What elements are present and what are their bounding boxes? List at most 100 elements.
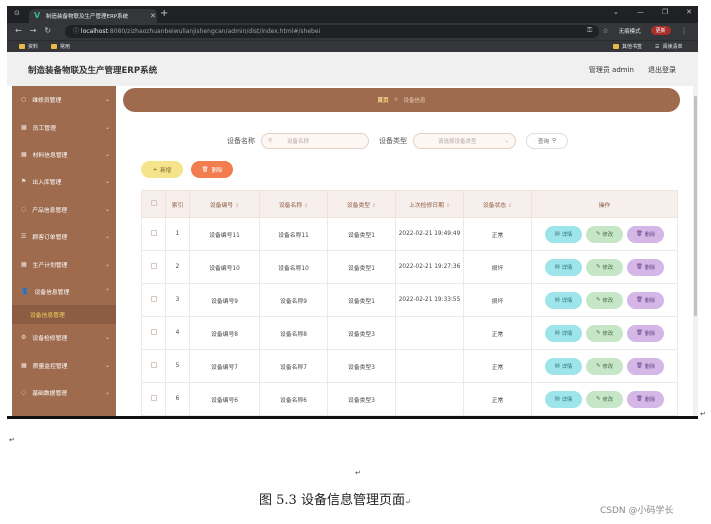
sidebar-item-inventory[interactable]: ⚑ 出入库管理 ⌄ (12, 168, 116, 195)
row-select-cell[interactable] (141, 316, 166, 350)
delete-label: 删除 (644, 364, 656, 370)
cell-code: 设备编号7 (189, 349, 260, 383)
page-scrollbar[interactable] (693, 86, 698, 416)
edit-button[interactable]: ✎ 修改 (586, 258, 623, 276)
chevron-down-icon: ⌄ (104, 178, 110, 186)
name-search-input[interactable]: ⚲ 设备名称 (261, 133, 369, 149)
edit-button[interactable]: ✎ 修改 (586, 291, 623, 309)
type-select[interactable]: 请选择设备类型 ⌄ (413, 133, 516, 149)
select-all-checkbox[interactable] (150, 200, 157, 206)
detail-button[interactable]: ▤ 详情 (545, 324, 582, 342)
select-all-header[interactable] (141, 190, 166, 218)
key-icon[interactable]: ⚿ (587, 26, 592, 35)
sort-icon[interactable]: ⇕ (304, 203, 308, 209)
back-icon[interactable]: ← (15, 26, 22, 35)
delete-button[interactable]: 🗑 删除 (627, 225, 664, 243)
sort-icon[interactable]: ⇕ (372, 203, 376, 209)
row-select-cell[interactable] (141, 382, 166, 416)
logout-link[interactable]: 退出登录 (648, 65, 676, 75)
table-row: 6 设备编号6 设备名称6 设备类型3 正常 ▤ 详情 ✎ 修改 🗑 删除 (141, 382, 678, 416)
sidebar-item-order[interactable]: ☰ 顾客订单管理 ⌄ (12, 223, 116, 250)
star-icon[interactable]: ☆ (602, 27, 608, 35)
close-window-icon[interactable]: ✕ (686, 8, 692, 16)
row-checkbox[interactable] (150, 362, 157, 368)
row-checkbox[interactable] (150, 230, 157, 236)
reload-icon[interactable]: ↻ (44, 26, 51, 35)
add-button[interactable]: + 新增 (141, 161, 183, 178)
row-checkbox[interactable] (150, 329, 157, 335)
batch-delete-button[interactable]: 🗑 删除 (191, 161, 233, 178)
dropdown-icon[interactable]: ⌄ (613, 8, 619, 16)
delete-button[interactable]: 🗑 删除 (627, 291, 664, 309)
cell-name: 设备名称8 (259, 316, 328, 350)
row-select-cell[interactable] (141, 349, 166, 383)
pencil-icon: ✎ (595, 264, 601, 270)
delete-label: 删除 (644, 331, 656, 337)
sidebar-item-staff[interactable]: ▦ 员工管理 ⌄ (12, 113, 116, 140)
header-status[interactable]: 设备状态 ⇕ (463, 190, 532, 218)
delete-button[interactable]: 🗑 删除 (627, 390, 664, 408)
sidebar-item-maintenance[interactable]: ⚙ 设备检修管理 ⌄ (12, 324, 116, 351)
cell-index: 2 (165, 250, 190, 284)
forward-icon[interactable]: → (30, 26, 37, 35)
row-checkbox[interactable] (150, 263, 157, 269)
update-button[interactable]: 更新 (650, 26, 671, 35)
row-checkbox[interactable] (150, 296, 157, 302)
close-tab-icon[interactable]: ✕ (150, 12, 156, 20)
sidebar-item-repairer[interactable]: ○ 维修员管理 ⌄ (12, 86, 116, 113)
cell-type: 设备类型1 (327, 250, 396, 284)
url-field[interactable]: ⓘ localhost:8080/zizhaozhuanbeiwulianjis… (65, 25, 599, 38)
browser-tab[interactable]: V 制造装备物联及生产管理ERP系统 ✕ (29, 9, 157, 23)
sort-icon[interactable]: ⇕ (446, 203, 450, 209)
sidebar-item-quality[interactable]: ▦ 质量监控管理 ⌄ (12, 352, 116, 379)
delete-button[interactable]: 🗑 删除 (627, 258, 664, 276)
row-select-cell[interactable] (141, 250, 166, 284)
row-actions: ▤ 详情 ✎ 修改 🗑 删除 (532, 357, 677, 375)
query-button[interactable]: 查询 ⚲ (526, 133, 568, 149)
row-checkbox[interactable] (150, 395, 157, 401)
detail-button[interactable]: ▤ 详情 (545, 258, 582, 276)
sidebar-item-plan[interactable]: ▦ 生产计划管理 ⌄ (12, 250, 116, 277)
bookmark-folder[interactable]: 常用 (51, 43, 70, 50)
row-select-cell[interactable] (141, 283, 166, 317)
sidebar-item-material[interactable]: ▦ 材料信息管理 ⌄ (12, 141, 116, 168)
document-icon: ▤ (554, 396, 560, 402)
reading-list[interactable]: ☰ 阅读清单 (655, 43, 683, 51)
bookmark-folder[interactable]: 资料 (19, 43, 38, 50)
sort-icon[interactable]: ⇕ (235, 203, 239, 209)
delete-button[interactable]: 🗑 删除 (627, 357, 664, 375)
more-icon[interactable]: ⋮ (681, 27, 688, 35)
detail-button[interactable]: ▤ 详情 (545, 291, 582, 309)
maximize-icon[interactable]: ❐ (662, 8, 668, 16)
scrollbar-thumb[interactable] (694, 96, 697, 316)
cell-date (395, 382, 464, 416)
detail-button[interactable]: ▤ 详情 (545, 225, 582, 243)
tab-menu-icon[interactable]: ⊙ (14, 9, 20, 17)
header-right: 管理员 admin 退出登录 (589, 65, 676, 75)
sidebar-subitem-equipment[interactable]: 设备信息管理 (12, 305, 116, 325)
bookmark-folder[interactable]: 其他书签 (613, 43, 642, 50)
minimize-icon[interactable]: — (637, 8, 644, 16)
edit-button[interactable]: ✎ 修改 (586, 324, 623, 342)
header-name[interactable]: 设备名称 ⇕ (259, 190, 328, 218)
header-type[interactable]: 设备类型 ⇕ (327, 190, 396, 218)
breadcrumb-home[interactable]: 首页 (378, 96, 389, 104)
edit-button[interactable]: ✎ 修改 (586, 225, 623, 243)
add-label: 新增 (160, 167, 172, 174)
delete-button[interactable]: 🗑 删除 (627, 324, 664, 342)
paragraph-mark: ↵ (404, 498, 411, 506)
edit-button[interactable]: ✎ 修改 (586, 357, 623, 375)
detail-button[interactable]: ▤ 详情 (545, 390, 582, 408)
edit-button[interactable]: ✎ 修改 (586, 390, 623, 408)
new-tab-icon[interactable]: + (160, 8, 168, 19)
sidebar-item-equipment[interactable]: 👤 设备信息管理 ⌃ (12, 278, 116, 305)
sort-icon[interactable]: ⇕ (508, 203, 512, 209)
incognito-label[interactable]: 无痕模式 (619, 27, 641, 35)
detail-button[interactable]: ▤ 详情 (545, 357, 582, 375)
header-date[interactable]: 上次检修日期 ⇕ (395, 190, 464, 218)
row-actions: ▤ 详情 ✎ 修改 🗑 删除 (532, 324, 677, 342)
sidebar-item-product[interactable]: ◌ 产品信息管理 ⌄ (12, 196, 116, 223)
header-code[interactable]: 设备编号 ⇕ (189, 190, 260, 218)
row-select-cell[interactable] (141, 217, 166, 251)
sidebar-item-basedata[interactable]: ◌ 基础数据管理 ⌄ (12, 379, 116, 406)
